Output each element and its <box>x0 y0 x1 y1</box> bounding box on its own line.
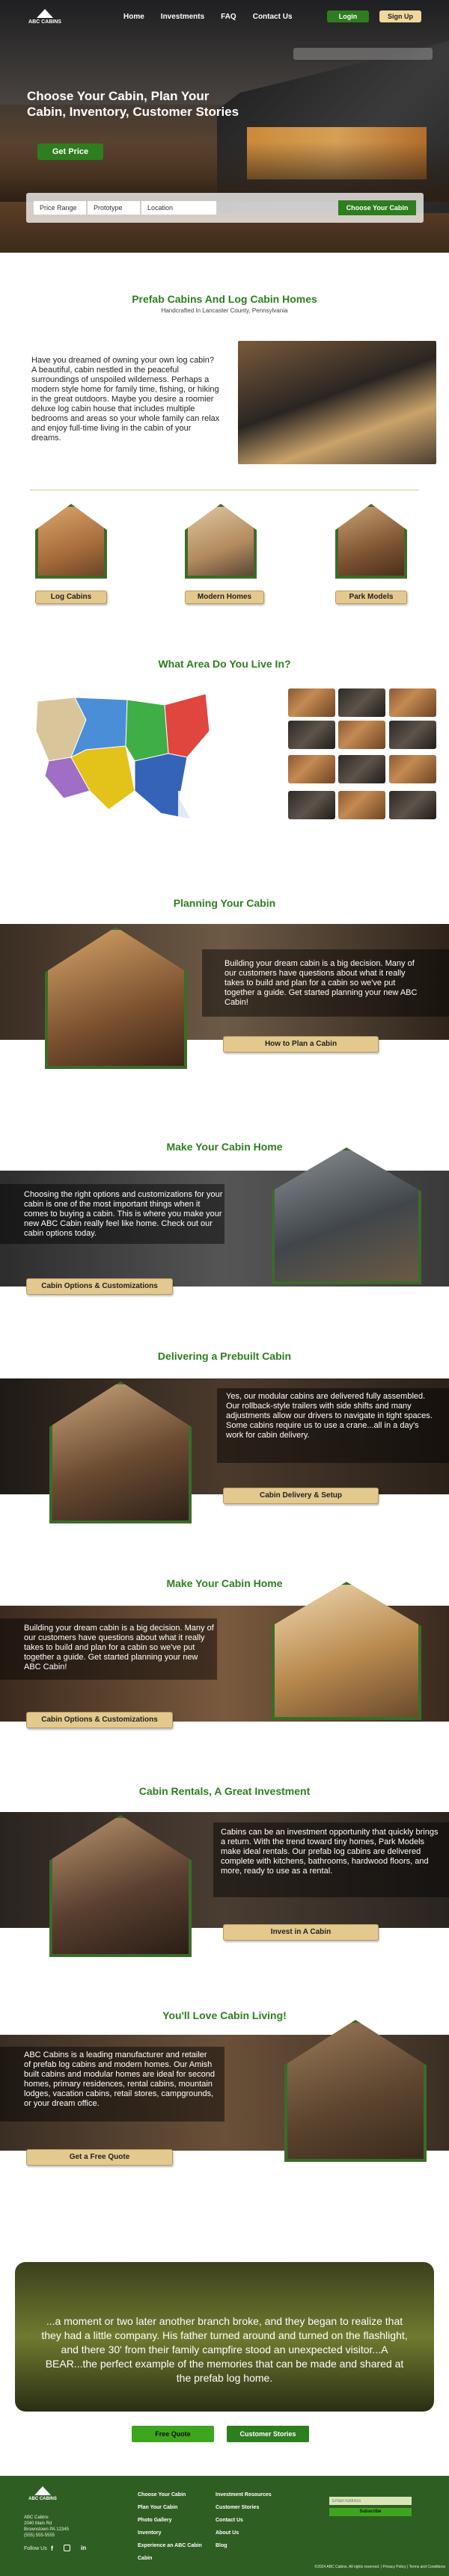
testimonial-quote: ...a moment or two later another branch … <box>41 2315 408 2384</box>
rentals-heading: Cabin Rentals, A Great Investment <box>138 1785 311 1797</box>
linkedin-icon[interactable]: in <box>81 2545 86 2552</box>
gallery-thumbnail[interactable] <box>389 688 436 717</box>
prebuilt-body: Yes, our modular cabins are delivered fu… <box>226 1392 433 1440</box>
follow-us-label: Follow Us <box>24 2546 47 2551</box>
map-region-midwest[interactable] <box>125 699 169 762</box>
intro-heading: Prefab Cabins And Log Cabin Homes <box>132 293 317 305</box>
footer-link[interactable]: Investment Resources <box>216 2489 272 2501</box>
footer-link[interactable]: Experience an ABC Cabin <box>138 2539 202 2552</box>
gallery-thumbnail[interactable] <box>338 755 385 783</box>
gallery-thumbnail[interactable] <box>389 755 436 783</box>
log-cabins-image[interactable] <box>35 504 107 579</box>
search-input[interactable] <box>293 49 433 62</box>
make2-cabin-image <box>272 1582 421 1720</box>
location-select[interactable]: Location <box>141 201 216 215</box>
intro-body: Have you dreamed of owning your own log … <box>31 356 220 443</box>
map-legend <box>178 791 216 819</box>
make-heading: Make Your Cabin Home <box>166 1141 283 1153</box>
price-range-select[interactable]: Price Range <box>34 201 86 215</box>
love-heading: You'll Love Cabin Living! <box>162 2009 287 2021</box>
logo[interactable]: ABC CABINS <box>22 8 67 25</box>
footer-link[interactable]: Cabin <box>138 2552 202 2565</box>
email-field[interactable] <box>329 2497 412 2505</box>
modern-homes-image[interactable] <box>185 504 257 579</box>
gallery-thumbnail[interactable] <box>338 791 385 819</box>
search-bar[interactable] <box>293 48 433 62</box>
cabin-logo-icon <box>37 8 53 18</box>
nav-link-contact[interactable]: Contact Us <box>253 13 293 21</box>
planning-body: Building your dream cabin is a big decis… <box>224 959 418 1007</box>
map-region-northeast[interactable] <box>164 693 210 758</box>
footer-links-1: Choose Your Cabin Plan Your Cabin Photo … <box>138 2489 202 2565</box>
free-quote-button[interactable]: Get a Free Quote <box>26 2149 173 2166</box>
footer-link[interactable]: Photo Gallery <box>138 2514 202 2527</box>
copyright: ©2024 ABC Cabins. All rights reserved. |… <box>314 2565 445 2569</box>
login-button[interactable]: Login <box>327 10 369 22</box>
gallery-thumbnail[interactable] <box>288 755 335 783</box>
prototype-select[interactable]: Prototype <box>88 201 140 215</box>
footer-link[interactable]: Contact Us <box>216 2514 272 2527</box>
footer: ABC CABINS ABC Cabins 2040 Main Rd Brown… <box>0 2476 449 2576</box>
cabin-delivery-button[interactable]: Cabin Delivery & Setup <box>223 1488 379 1504</box>
nav-link-investments[interactable]: Investments <box>161 13 204 21</box>
gallery-thumbnail[interactable] <box>338 688 385 717</box>
cabin-options-button-2[interactable]: Cabin Options & Customizations <box>26 1712 173 1728</box>
nav-link-home[interactable]: Home <box>123 13 144 21</box>
gallery-thumbnail[interactable] <box>338 721 385 749</box>
footer-link[interactable]: Plan Your Cabin <box>138 2501 202 2514</box>
park-models-button[interactable]: Park Models <box>335 591 407 604</box>
gallery-thumbnail[interactable] <box>389 791 436 819</box>
free-quote-cta[interactable]: Free Quote <box>132 2426 214 2442</box>
choose-cabin-button[interactable]: Choose Your Cabin <box>338 200 416 215</box>
make2-heading: Make Your Cabin Home <box>166 1577 283 1589</box>
us-map[interactable] <box>30 686 217 821</box>
gallery-thumbnail[interactable] <box>288 688 335 717</box>
plan-cabin-button[interactable]: How to Plan a Cabin <box>223 1036 379 1053</box>
intro-subheading: Handcrafted In Lancaster County, Pennsyl… <box>161 307 288 314</box>
customer-stories-cta[interactable]: Customer Stories <box>227 2426 309 2442</box>
footer-links-2: Investment Resources Customer Stories Co… <box>216 2489 272 2552</box>
make2-body: Building your dream cabin is a big decis… <box>24 1624 214 1671</box>
love-body: ABC Cabins is a leading manufacturer and… <box>24 2050 215 2108</box>
gallery-thumbnail[interactable] <box>389 721 436 749</box>
footer-logo[interactable]: ABC CABINS <box>24 2486 61 2501</box>
signup-button[interactable]: Sign Up <box>379 10 421 22</box>
make-cabin-image <box>272 1147 421 1284</box>
intro-cabin-photo <box>238 341 436 464</box>
testimonial-card: ...a moment or two later another branch … <box>15 2262 434 2412</box>
park-models-image[interactable] <box>335 504 407 579</box>
nav-links: Home Investments FAQ Contact Us <box>123 13 293 21</box>
hero-title: Choose Your Cabin, Plan Your Cabin, Inve… <box>27 89 239 119</box>
footer-link[interactable]: About Us <box>216 2527 272 2539</box>
gallery-thumbnail[interactable] <box>288 791 335 819</box>
get-price-button[interactable]: Get Price <box>37 144 103 160</box>
cabin-options-button[interactable]: Cabin Options & Customizations <box>26 1278 173 1295</box>
make-body: Choosing the right options and customiza… <box>24 1190 223 1238</box>
log-cabins-button[interactable]: Log Cabins <box>35 591 107 604</box>
rentals-body: Cabins can be an investment opportunity … <box>221 1828 439 1876</box>
footer-link[interactable]: Inventory <box>138 2527 202 2539</box>
footer-link[interactable]: Blog <box>216 2539 272 2552</box>
planning-heading: Planning Your Cabin <box>173 897 276 909</box>
instagram-icon[interactable] <box>64 2545 70 2551</box>
filter-bar: Price Range Prototype Location Choose Yo… <box>26 193 424 223</box>
footer-link[interactable]: Customer Stories <box>216 2501 272 2514</box>
nav-link-faq[interactable]: FAQ <box>221 13 236 21</box>
gallery-thumbnail[interactable] <box>288 721 335 749</box>
invest-cabin-button[interactable]: Invest in A Cabin <box>223 1924 379 1941</box>
facebook-icon[interactable]: f <box>51 2545 53 2552</box>
subscribe-button[interactable]: Subscribe <box>329 2508 412 2516</box>
prebuilt-heading: Delivering a Prebuilt Cabin <box>157 1350 292 1362</box>
area-heading: What Area Do You Live In? <box>158 658 291 670</box>
page: { "nav": { "logo": "ABC CABINS", "links"… <box>0 0 449 2576</box>
footer-address: ABC Cabins 2040 Main Rd Brownstown PA 12… <box>24 2515 69 2538</box>
cabin-logo-icon <box>34 2486 51 2495</box>
footer-link[interactable]: Choose Your Cabin <box>138 2489 202 2501</box>
modern-homes-button[interactable]: Modern Homes <box>185 591 264 604</box>
hero-section: ABC CABINS Home Investments FAQ Contact … <box>0 0 449 253</box>
social-links: f in <box>51 2545 86 2552</box>
